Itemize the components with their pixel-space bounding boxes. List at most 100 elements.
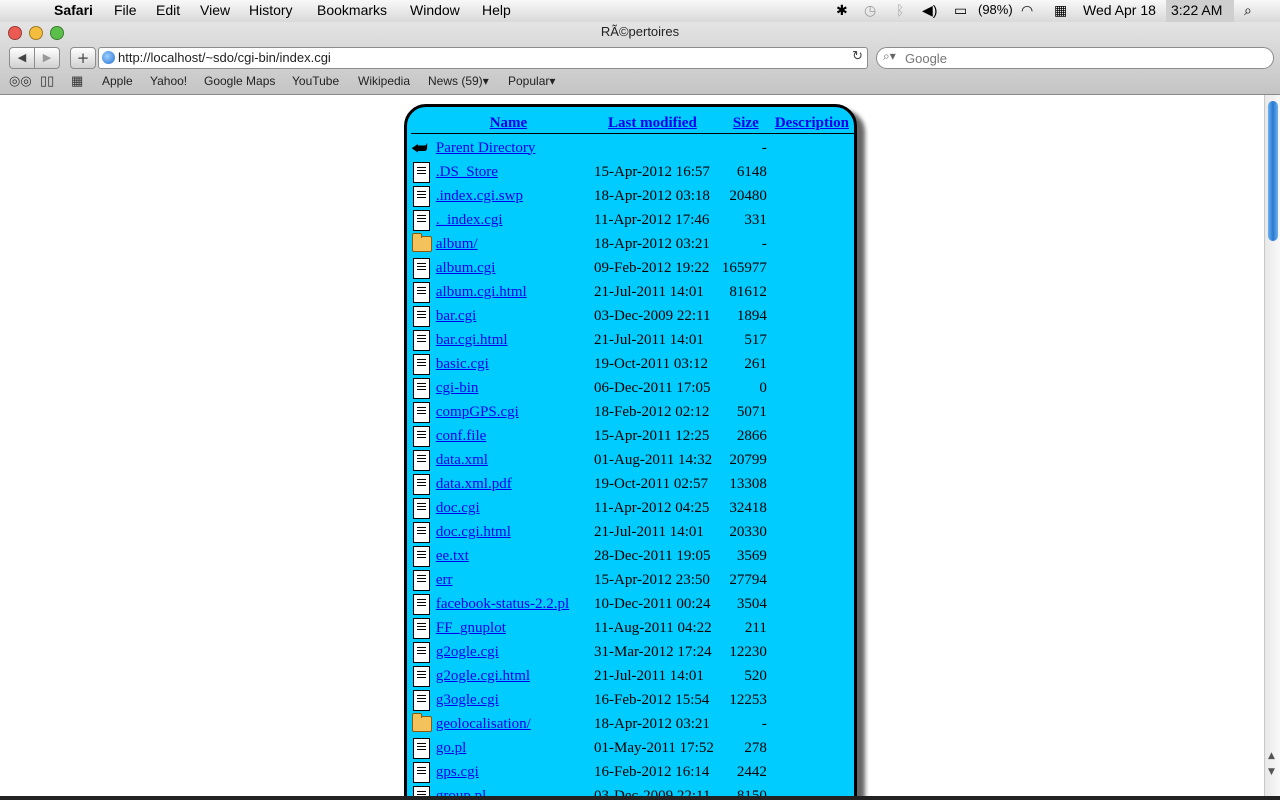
- file-icon: [413, 689, 430, 711]
- bookmark-folder-popular[interactable]: Popular▾: [508, 74, 555, 88]
- table-row: cgi-bin 06-Dec-2011 17:05 0: [411, 376, 854, 400]
- menubar-date[interactable]: Wed Apr 18: [1083, 2, 1156, 18]
- description-cell: [771, 304, 854, 328]
- file-link[interactable]: doc.cgi: [436, 500, 480, 516]
- file-link[interactable]: bar.cgi.html: [436, 332, 508, 348]
- size-cell: 2442: [736, 763, 767, 780]
- file-link[interactable]: facebook-status-2.2.pl: [436, 596, 569, 612]
- date-cell: 15-Apr-2012 16:57: [594, 163, 710, 180]
- sort-by-modified-link[interactable]: Last modified: [608, 115, 697, 131]
- menu-file[interactable]: File: [114, 2, 137, 18]
- icon-cell: [411, 304, 434, 328]
- file-link[interactable]: g2ogle.cgi: [436, 644, 499, 660]
- bookmark-google-maps[interactable]: Google Maps: [204, 74, 275, 88]
- parent-directory-link[interactable]: Parent Directory: [436, 140, 536, 156]
- spotlight-search-icon[interactable]: ⌕: [1244, 2, 1252, 19]
- top-sites-grid-icon[interactable]: ▦: [71, 73, 83, 89]
- file-link[interactable]: basic.cgi: [436, 356, 489, 372]
- add-bookmark-button[interactable]: +: [70, 47, 96, 69]
- name-cell: doc.cgi.html: [434, 520, 584, 544]
- file-link[interactable]: ee.txt: [436, 548, 469, 564]
- sort-by-size-link[interactable]: Size: [733, 115, 759, 131]
- globe-icon: [102, 51, 115, 64]
- table-header-row: Name Last modified Size Description: [411, 113, 854, 134]
- vertical-scrollbar[interactable]: ▲ ▼: [1264, 95, 1280, 800]
- table-row: gps.cgi 16-Feb-2012 16:14 2442: [411, 760, 854, 784]
- chevron-down-icon: ▾: [549, 74, 556, 88]
- file-link[interactable]: conf.file: [436, 428, 486, 444]
- search-input[interactable]: [903, 49, 1257, 67]
- address-bar[interactable]: http://localhost/~sdo/cgi-bin/index.cgi …: [98, 47, 868, 69]
- file-link[interactable]: geolocalisation/: [436, 716, 531, 732]
- description-cell: [771, 640, 854, 664]
- file-link[interactable]: bar.cgi: [436, 308, 476, 324]
- menubar-time[interactable]: 3:22 AM: [1171, 2, 1222, 18]
- file-link[interactable]: ._index.cgi: [436, 212, 503, 228]
- file-icon: [413, 185, 430, 207]
- file-link[interactable]: data.xml: [436, 452, 488, 468]
- address-url[interactable]: http://localhost/~sdo/cgi-bin/index.cgi: [118, 50, 331, 65]
- pinwheel-status-icon[interactable]: ✱: [836, 2, 848, 19]
- table-row: album.cgi.html 21-Jul-2011 14:01 81612: [411, 280, 854, 304]
- file-link[interactable]: gps.cgi: [436, 764, 479, 780]
- bookmark-wikipedia[interactable]: Wikipedia: [358, 74, 410, 88]
- file-link[interactable]: .DS_Store: [436, 164, 498, 180]
- menu-view[interactable]: View: [200, 2, 230, 18]
- scroll-up-arrow-icon[interactable]: ▲: [1268, 751, 1275, 761]
- input-menu-icon[interactable]: ▦: [1054, 2, 1067, 19]
- menu-edit[interactable]: Edit: [156, 2, 180, 18]
- search-field[interactable]: ⌕▾: [876, 47, 1274, 69]
- file-link[interactable]: doc.cgi.html: [436, 524, 511, 540]
- back-button[interactable]: ◀: [9, 47, 35, 69]
- time-machine-icon[interactable]: ◷: [864, 2, 876, 19]
- battery-icon[interactable]: ▭: [954, 2, 967, 19]
- menu-window[interactable]: Window: [410, 2, 460, 18]
- description-cell: [771, 256, 854, 280]
- menu-bookmarks[interactable]: Bookmarks: [317, 2, 387, 18]
- file-link[interactable]: cgi-bin: [436, 380, 479, 396]
- bookmark-apple[interactable]: Apple: [102, 74, 133, 88]
- scrollbar-thumb[interactable]: [1268, 101, 1278, 241]
- file-link[interactable]: album.cgi: [436, 260, 496, 276]
- table-row: .DS_Store 15-Apr-2012 16:57 6148: [411, 160, 854, 184]
- file-link[interactable]: .index.cgi.swp: [436, 188, 523, 204]
- file-link[interactable]: FF_gnuplot: [436, 620, 506, 636]
- forward-button[interactable]: ▶: [34, 47, 60, 69]
- bookmark-folder-news[interactable]: News (59)▾: [428, 74, 489, 88]
- name-cell: cgi-bin: [434, 376, 584, 400]
- date-cell: 16-Feb-2012 16:14: [594, 763, 710, 780]
- file-link[interactable]: album/: [436, 236, 478, 252]
- file-icon: [413, 473, 430, 495]
- icon-cell: [411, 472, 434, 496]
- sort-by-description-link[interactable]: Description: [775, 115, 849, 131]
- file-icon: [413, 761, 430, 783]
- volume-icon[interactable]: ◀): [922, 2, 937, 19]
- name-cell: ._index.cgi: [434, 208, 584, 232]
- file-icon: [413, 521, 430, 543]
- wifi-icon[interactable]: ◠: [1021, 2, 1033, 19]
- sort-by-name-link[interactable]: Name: [490, 115, 528, 131]
- file-link[interactable]: compGPS.cgi: [436, 404, 519, 420]
- menu-help[interactable]: Help: [482, 2, 511, 18]
- scroll-down-arrow-icon[interactable]: ▼: [1268, 767, 1275, 777]
- description-cell: [771, 448, 854, 472]
- bookmark-youtube[interactable]: YouTube: [292, 74, 339, 88]
- bookmark-yahoo[interactable]: Yahoo!: [150, 74, 187, 88]
- bookmarks-book-icon[interactable]: ▯▯: [40, 73, 54, 89]
- menu-app-safari[interactable]: Safari: [54, 2, 93, 18]
- file-link[interactable]: data.xml.pdf: [436, 476, 512, 492]
- menu-history[interactable]: History: [249, 2, 293, 18]
- bluetooth-icon[interactable]: ᛒ: [896, 2, 904, 18]
- header-size: Size: [722, 113, 771, 134]
- icon-cell: [411, 448, 434, 472]
- name-cell: bar.cgi.html: [434, 328, 584, 352]
- size-cell: -: [761, 715, 767, 732]
- file-link[interactable]: g3ogle.cgi: [436, 692, 499, 708]
- table-row: data.xml 01-Aug-2011 14:32 20799: [411, 448, 854, 472]
- reload-icon[interactable]: ↻: [852, 49, 863, 64]
- file-link[interactable]: err: [436, 572, 453, 588]
- reading-list-icon[interactable]: ◎◎: [9, 73, 32, 89]
- file-link[interactable]: g2ogle.cgi.html: [436, 668, 530, 684]
- file-link[interactable]: go.pl: [436, 740, 466, 756]
- file-link[interactable]: album.cgi.html: [436, 284, 527, 300]
